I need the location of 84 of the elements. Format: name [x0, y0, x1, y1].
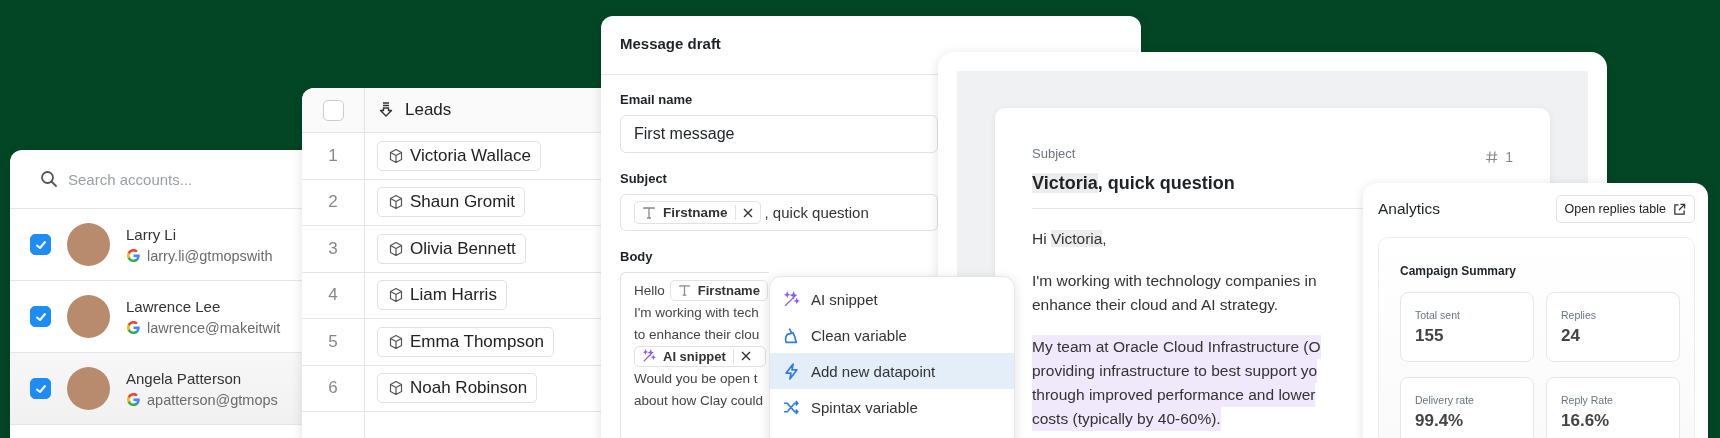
- download-icon: [377, 101, 395, 119]
- account-name: Larry Li: [126, 225, 178, 243]
- checkbox[interactable]: [30, 234, 51, 255]
- account-name: Lawrence Lee: [126, 297, 222, 315]
- email-paragraph: I'm working with technology companies in enhance their cloud and AI strategy.: [1032, 271, 1317, 315]
- stat-label: Total sent: [1415, 309, 1460, 321]
- variable-chip[interactable]: Firstname: [634, 201, 761, 224]
- lead-chip[interactable]: Emma Thompson: [377, 326, 554, 357]
- row-number: 2: [328, 192, 338, 213]
- variable-chip[interactable]: Firstname: [669, 279, 768, 301]
- field-label: Body: [620, 249, 653, 264]
- email-subject: Victoria, quick question: [1032, 173, 1235, 194]
- stat-value: 16.6%: [1561, 411, 1610, 431]
- account-email: apatterson@gtmops: [147, 391, 278, 408]
- subject-field[interactable]: Firstname , quick question: [620, 194, 938, 231]
- close-icon[interactable]: [742, 207, 753, 218]
- column-header: Leads: [405, 100, 452, 120]
- google-icon: [126, 392, 141, 407]
- row-number: 6: [328, 378, 338, 399]
- email-paragraph: My team at Oracle Cloud Infrastructure (O providing infrastructure to best support yo through improved performance and lower costs (typically by 40-60%).: [1032, 335, 1321, 431]
- field-label: Email name: [620, 92, 693, 107]
- search-icon: [40, 170, 58, 188]
- body-text: about how Clay could: [634, 392, 764, 408]
- row-number: 4: [328, 285, 338, 306]
- broom-icon: [783, 326, 800, 344]
- cube-icon: [388, 240, 404, 257]
- avatar-placeholder: [67, 367, 110, 410]
- card-title: Analytics: [1378, 200, 1441, 218]
- lightning-icon: [783, 362, 800, 380]
- account-email: larry.li@gtmopswith: [147, 247, 273, 264]
- menu-item[interactable]: Add new datapoint: [770, 353, 1014, 389]
- avatar-placeholder: [67, 223, 110, 266]
- body-text: Hello: [634, 282, 665, 298]
- lead-chip[interactable]: Victoria Wallace: [377, 140, 541, 171]
- checkbox[interactable]: [322, 99, 344, 121]
- external-link-icon: [1673, 202, 1686, 216]
- menu-item[interactable]: Clean variable: [770, 317, 1014, 353]
- cube-icon: [388, 333, 404, 350]
- cube-icon: [388, 147, 404, 164]
- menu-item[interactable]: Spintax variable: [770, 389, 1014, 425]
- body-text: I'm working with tech: [634, 304, 759, 320]
- stat-value: 99.4%: [1415, 411, 1464, 431]
- avatar-placeholder: [67, 295, 110, 338]
- text-icon: [642, 205, 656, 220]
- cube-icon: [388, 194, 404, 211]
- email-number: 1: [1505, 149, 1513, 165]
- close-icon[interactable]: [740, 351, 751, 361]
- account-name: Angela Patterson: [126, 369, 243, 387]
- stat-label: Replies: [1561, 309, 1597, 321]
- search-field[interactable]: Search accounts...: [66, 169, 270, 189]
- magic-wand-icon: [783, 290, 800, 308]
- text-icon: [677, 283, 691, 297]
- account-email: lawrence@makeitwit: [147, 319, 281, 336]
- google-icon: [126, 248, 141, 263]
- row-number: 1: [328, 145, 338, 166]
- stat-label: Delivery rate: [1415, 394, 1474, 406]
- lead-chip[interactable]: Liam Harris: [377, 280, 507, 311]
- open-replies-button[interactable]: Open replies table: [1555, 195, 1695, 223]
- stat-value: 155: [1415, 326, 1444, 346]
- lead-chip[interactable]: Noah Robinson: [377, 373, 538, 404]
- body-text: to enhance their clou: [634, 326, 760, 342]
- checkbox[interactable]: [30, 378, 51, 399]
- stat-value: 24: [1561, 326, 1580, 346]
- stat-label: Reply Rate: [1561, 394, 1613, 406]
- body-text: Would you be open t: [634, 370, 758, 386]
- checkbox[interactable]: [30, 306, 51, 327]
- panel-title: Campaign Summary: [1400, 264, 1518, 278]
- lead-chip[interactable]: Shaun Gromit: [377, 187, 525, 218]
- snippet-chip[interactable]: AI snippet: [634, 345, 766, 367]
- input-field[interactable]: First message: [620, 115, 938, 153]
- cube-icon: [388, 380, 404, 397]
- lead-chip[interactable]: Olivia Bennett: [377, 233, 526, 264]
- hash-icon: [1485, 150, 1500, 164]
- subject-text: , quick question: [764, 204, 869, 221]
- magic-wand-icon: [642, 349, 656, 363]
- field-label: Subject: [620, 171, 667, 186]
- subject-label: Subject: [1032, 146, 1076, 161]
- email-greeting: Hi Victoria,: [1032, 229, 1107, 249]
- google-icon: [126, 320, 141, 335]
- row-number: 3: [328, 238, 338, 259]
- cube-icon: [388, 287, 404, 304]
- row-number: 5: [328, 331, 338, 352]
- shuffle-icon: [783, 398, 800, 416]
- menu-item[interactable]: AI snippet: [770, 281, 1014, 317]
